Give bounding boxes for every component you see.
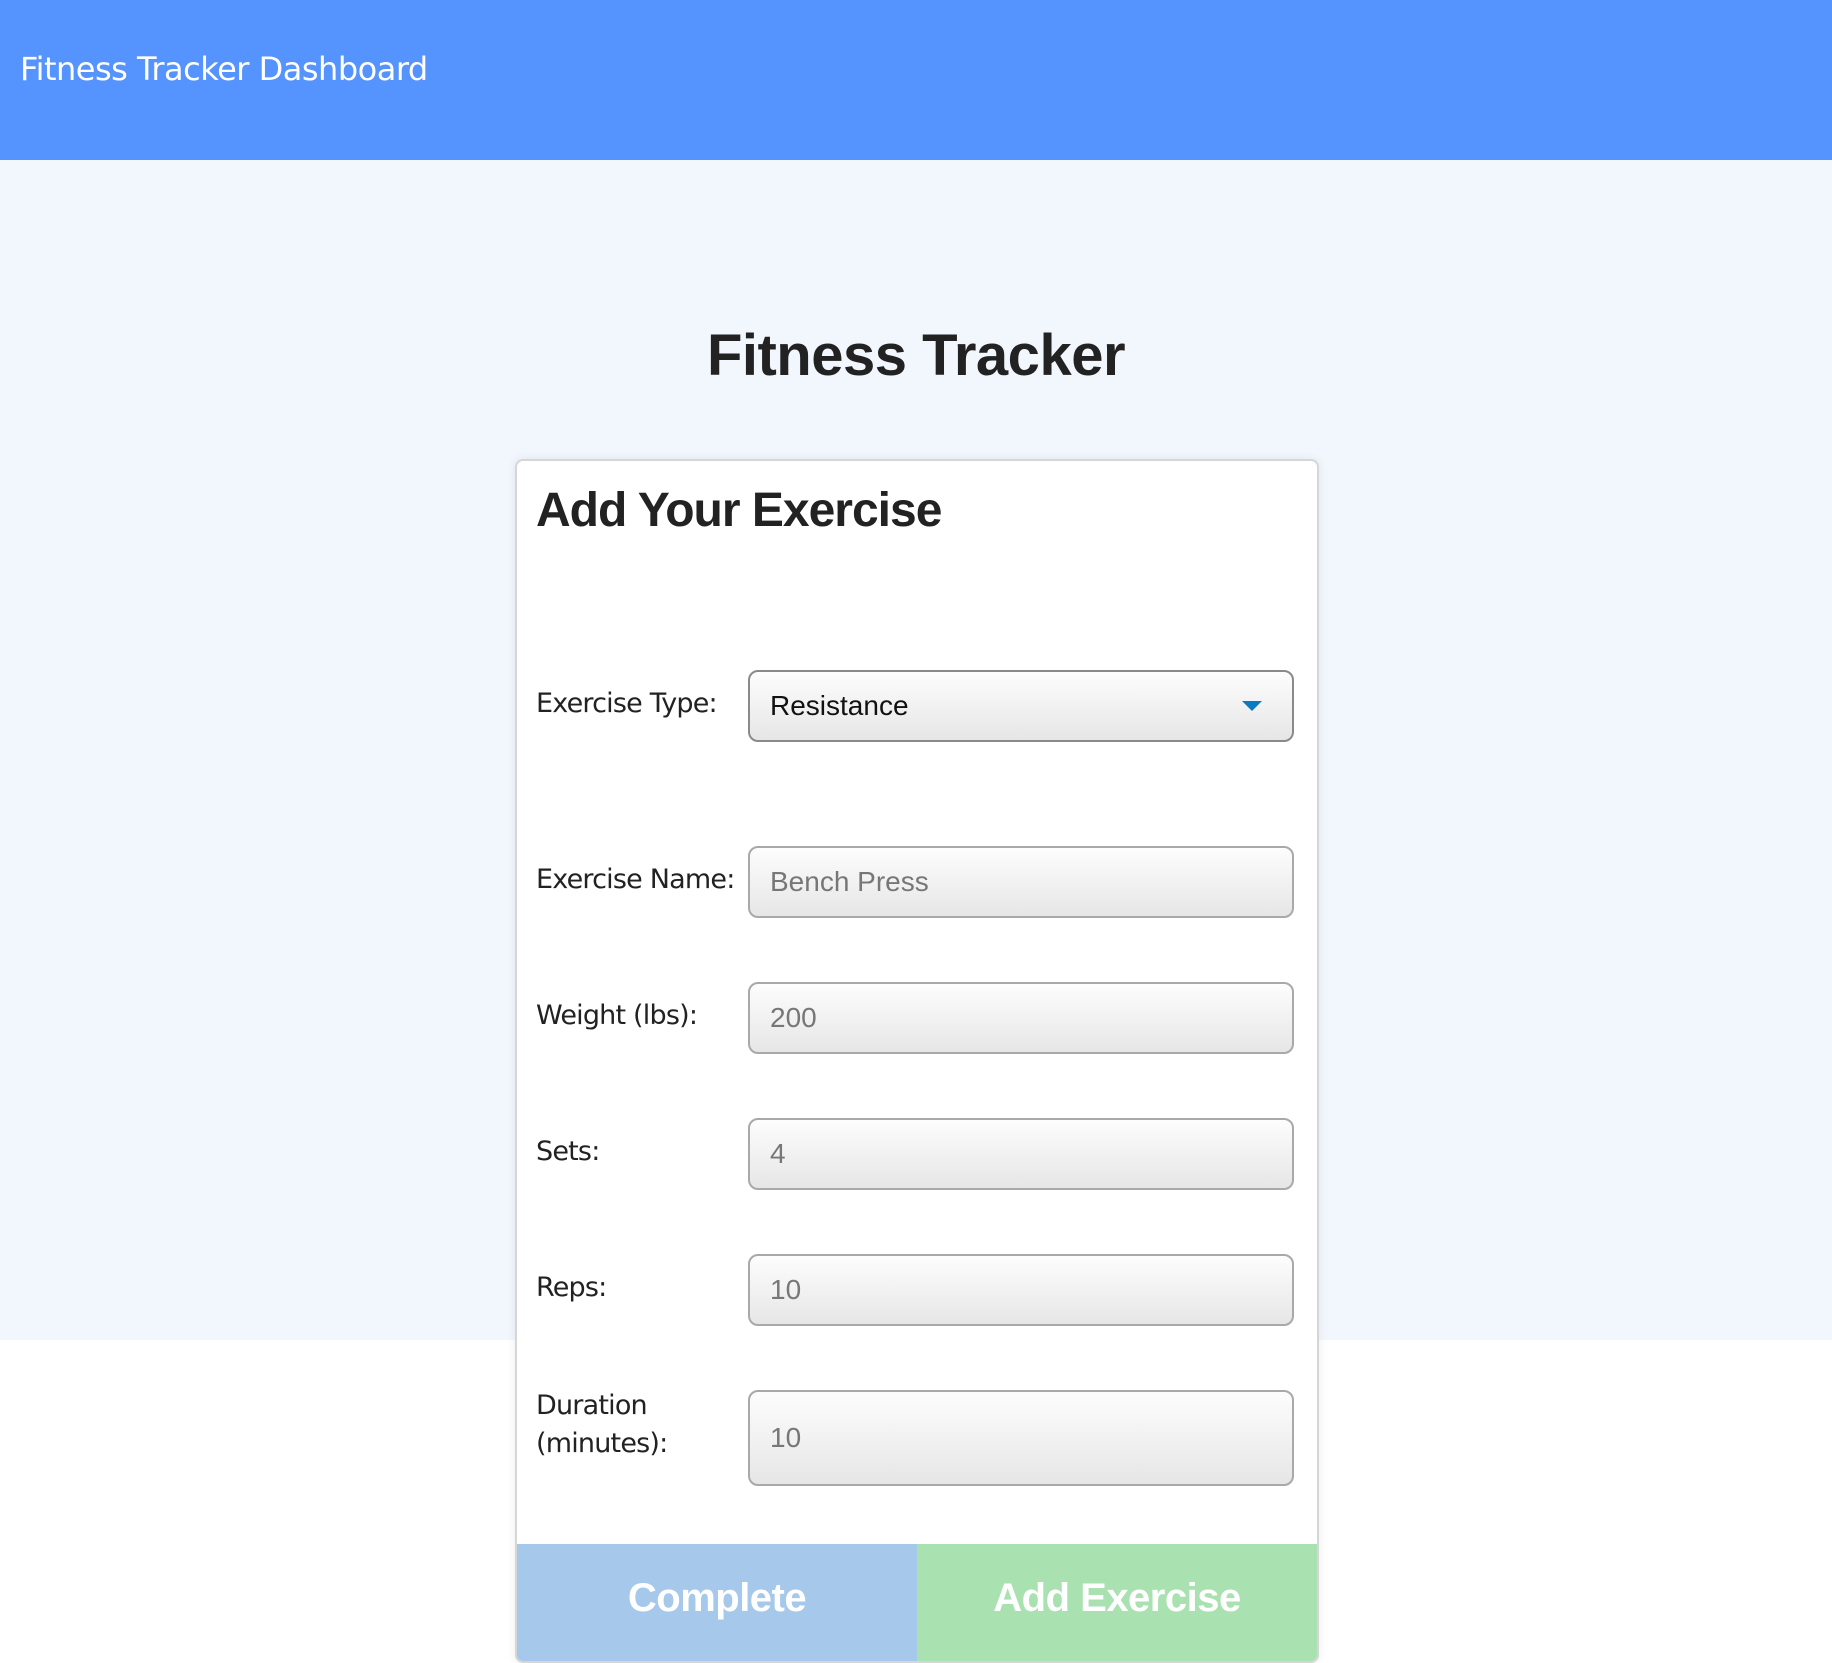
reps-input[interactable]	[748, 1254, 1294, 1326]
top-nav-bar: Fitness Tracker Dashboard	[0, 0, 1832, 160]
duration-label-line1: Duration	[536, 1390, 648, 1421]
form-title: Add Your Exercise	[536, 484, 942, 537]
page-title: Fitness Tracker	[706, 323, 1126, 388]
add-exercise-button[interactable]: Add Exercise	[917, 1544, 1317, 1661]
weight-label: Weight (lbs):	[536, 1000, 698, 1031]
sets-label: Sets:	[536, 1136, 600, 1167]
app-title[interactable]: Fitness Tracker Dashboard	[20, 50, 428, 88]
duration-label: Duration (minutes):	[536, 1387, 668, 1463]
exercise-name-label: Exercise Name:	[536, 864, 735, 895]
caret-down-icon	[1242, 701, 1262, 711]
weight-input[interactable]	[748, 982, 1294, 1054]
reps-label: Reps:	[536, 1272, 607, 1303]
exercise-type-value: Resistance	[770, 690, 909, 721]
exercise-type-label: Exercise Type:	[536, 688, 718, 719]
sets-input[interactable]	[748, 1118, 1294, 1190]
exercise-name-input[interactable]	[748, 846, 1294, 918]
duration-label-line2: (minutes):	[536, 1428, 668, 1459]
duration-input[interactable]	[748, 1390, 1294, 1486]
add-exercise-form: Add Your Exercise Exercise Type: Resista…	[515, 459, 1319, 1663]
complete-button[interactable]: Complete	[517, 1544, 917, 1661]
exercise-type-select[interactable]: Resistance	[748, 670, 1294, 742]
